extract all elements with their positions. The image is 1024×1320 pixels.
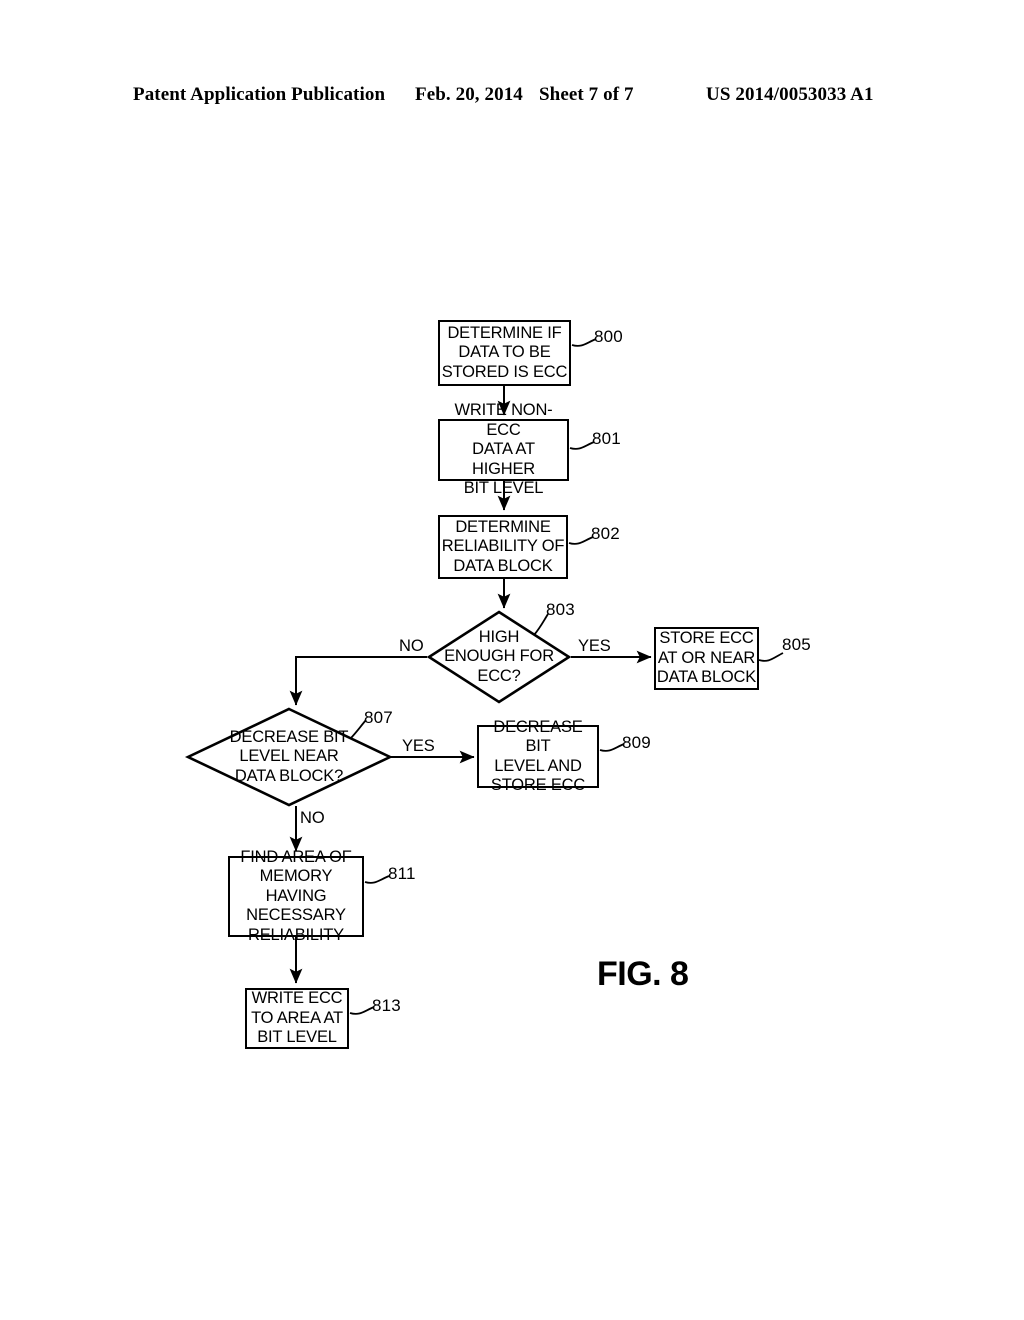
reference-numeral-800: 800 <box>594 327 623 346</box>
process-node-805: STORE ECC AT OR NEAR DATA BLOCK <box>654 627 759 690</box>
reference-numeral-813: 813 <box>372 996 401 1015</box>
figure-caption: FIG. 8 <box>597 955 689 993</box>
process-node-809: DECREASE BIT LEVEL AND STORE ECC <box>477 718 599 794</box>
reference-numeral-803: 803 <box>546 600 575 619</box>
node-813-label: WRITE ECC TO AREA AT BIT LEVEL <box>251 989 343 1047</box>
edge-label-803-no: NO <box>399 637 424 655</box>
process-node-802: DETERMINE RELIABILITY OF DATA BLOCK <box>438 515 568 579</box>
reference-numeral-805: 805 <box>782 635 811 654</box>
node-800-label: DETERMINE IF DATA TO BE STORED IS ECC <box>441 323 568 381</box>
flowchart-figure: DETERMINE IF DATA TO BE STORED IS ECC 80… <box>0 0 1024 1320</box>
decision-node-803: HIGH ENOUGH FOR ECC? <box>426 610 572 704</box>
node-807-label: DECREASE BIT LEVEL NEAR DATA BLOCK? <box>229 727 349 785</box>
edge-label-803-yes: YES <box>578 637 611 655</box>
node-801-label: WRITE NON-ECC DATA AT HIGHER BIT LEVEL <box>454 401 553 498</box>
reference-numeral-801: 801 <box>592 429 621 448</box>
node-809-label: DECREASE BIT LEVEL AND STORE ECC <box>490 717 586 795</box>
node-805-label: STORE ECC AT OR NEAR DATA BLOCK <box>656 629 757 687</box>
decision-node-807: DECREASE BIT LEVEL NEAR DATA BLOCK? <box>184 707 394 807</box>
process-node-813: WRITE ECC TO AREA AT BIT LEVEL <box>245 988 349 1049</box>
edge-label-807-no: NO <box>300 809 325 827</box>
process-node-801: WRITE NON-ECC DATA AT HIGHER BIT LEVEL <box>438 401 569 497</box>
edge-label-807-yes: YES <box>402 737 435 755</box>
node-811-label: FIND AREA OF MEMORY HAVING NECESSARY REL… <box>240 847 352 944</box>
process-node-800: DETERMINE IF DATA TO BE STORED IS ECC <box>438 320 571 386</box>
reference-numeral-809: 809 <box>622 733 651 752</box>
reference-numeral-811: 811 <box>388 864 416 883</box>
node-802-label: DETERMINE RELIABILITY OF DATA BLOCK <box>441 517 565 575</box>
reference-numeral-802: 802 <box>591 524 620 543</box>
reference-numeral-807: 807 <box>364 708 393 727</box>
process-node-811: FIND AREA OF MEMORY HAVING NECESSARY REL… <box>228 848 364 944</box>
node-803-label: HIGH ENOUGH FOR ECC? <box>444 627 554 685</box>
